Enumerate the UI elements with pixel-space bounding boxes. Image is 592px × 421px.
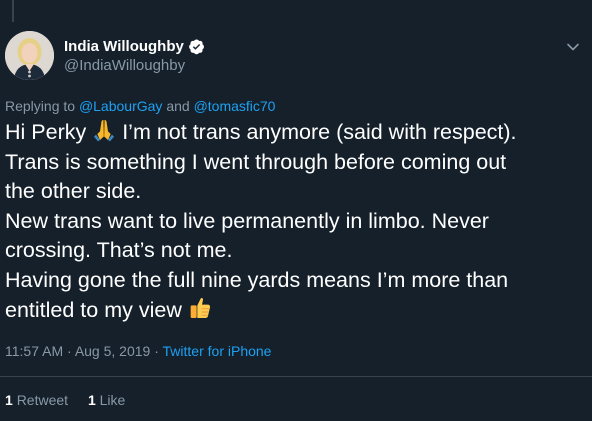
reply-user-link-2[interactable]: @tomasfic70 xyxy=(194,98,276,114)
tweet-line-7-text: entitled to my view xyxy=(5,297,182,322)
tweet-time[interactable]: 11:57 AM xyxy=(5,343,63,359)
tweet-line-7: entitled to my view xyxy=(5,296,585,326)
replying-to: Replying to @LabourGay and @tomasfic70 xyxy=(5,98,275,115)
author-handle[interactable]: @IndiaWilloughby xyxy=(64,56,205,75)
thread-connector-line xyxy=(12,0,14,22)
chevron-down-icon[interactable] xyxy=(566,40,580,54)
meta-separator: · xyxy=(154,343,159,359)
retweets-label: Retweet xyxy=(16,392,69,408)
profile-photo-icon xyxy=(5,31,54,80)
tweet-line-6: Having gone the full nine yards means I’… xyxy=(5,267,509,292)
tweet-line-2: Trans is something I went through before… xyxy=(5,149,507,174)
retweets-stat[interactable]: 1 Retweet xyxy=(5,392,72,408)
likes-stat[interactable]: 1 Like xyxy=(88,392,125,408)
tweet-stats: 1 Retweet 1 Like xyxy=(5,392,141,409)
tweet-text: Hi Perky I’m not trans anymore (said wit… xyxy=(5,118,585,325)
reply-user-link-1[interactable]: @LabourGay xyxy=(79,98,162,114)
tweet-line-4: New trans want to live permanently in li… xyxy=(5,208,489,233)
likes-count: 1 xyxy=(87,392,96,408)
tweet-line-3: the other side. xyxy=(5,179,142,204)
tweet-line-1a: Hi Perky xyxy=(5,120,87,144)
author-info: India Willoughby @IndiaWilloughby xyxy=(64,37,205,75)
folded-hands-icon xyxy=(94,119,115,142)
author-name-text[interactable]: India Willoughby xyxy=(64,37,184,56)
divider xyxy=(0,376,592,377)
tweet-date[interactable]: Aug 5, 2019 xyxy=(75,343,151,359)
author-display-name[interactable]: India Willoughby xyxy=(64,37,205,56)
meta-separator: · xyxy=(67,343,72,359)
thumbs-up-icon xyxy=(190,297,210,318)
replying-prefix: Replying to xyxy=(5,98,76,114)
tweet-header: India Willoughby @IndiaWilloughby xyxy=(5,31,592,81)
avatar[interactable] xyxy=(5,31,54,80)
tweet-line-5: crossing. That’s not me. xyxy=(5,238,233,263)
likes-label: Like xyxy=(99,392,126,408)
tweet-line-1b: I’m not trans anymore (said with respect… xyxy=(122,120,517,144)
tweet-source-link[interactable]: Twitter for iPhone xyxy=(163,343,272,359)
tweet-line-1: Hi Perky I’m not trans anymore (said wit… xyxy=(5,118,585,148)
replying-joiner: and xyxy=(166,98,190,114)
tweet-meta: 11:57 AM · Aug 5, 2019 · Twitter for iPh… xyxy=(5,343,271,360)
verified-badge-icon xyxy=(188,39,204,55)
retweets-count: 1 xyxy=(5,392,13,408)
